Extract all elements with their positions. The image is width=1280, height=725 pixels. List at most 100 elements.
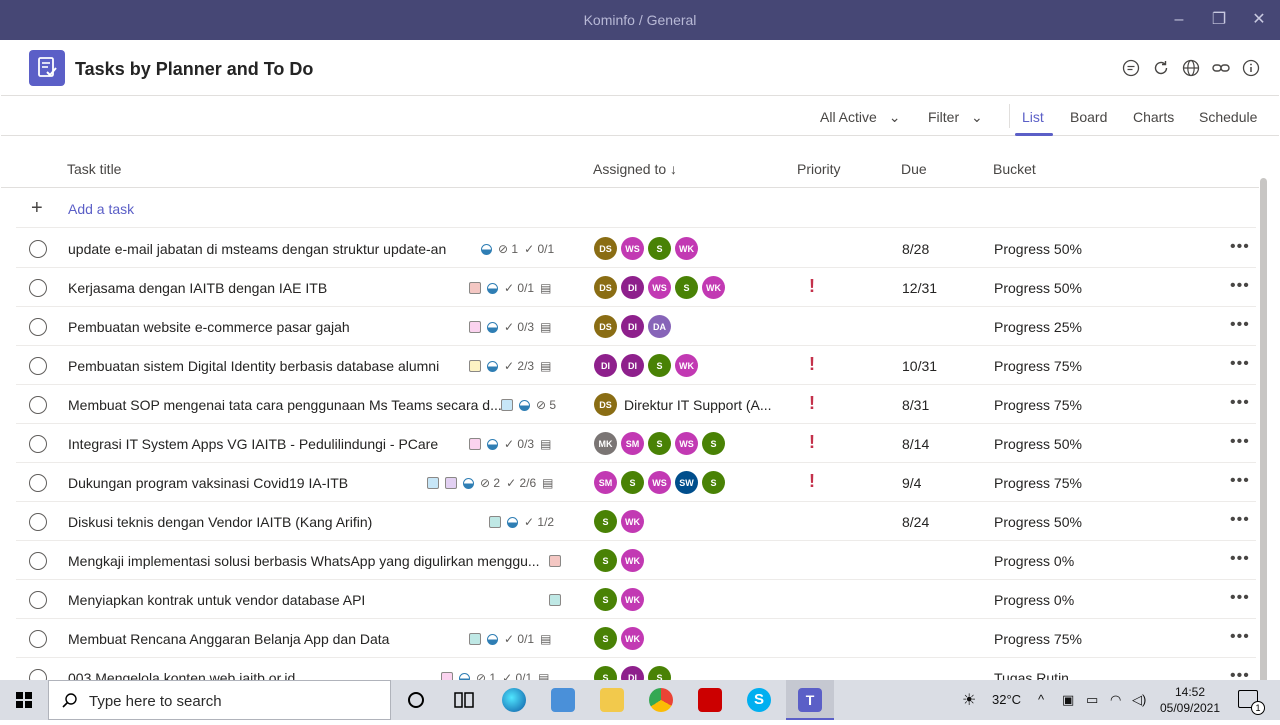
- skype-icon[interactable]: S: [747, 688, 771, 712]
- task-row[interactable]: Membuat Rencana Anggaran Belanja App dan…: [16, 619, 1256, 658]
- complete-task-checkbox[interactable]: [29, 357, 47, 375]
- assignee-avatars[interactable]: S WK: [594, 510, 644, 533]
- more-options-icon[interactable]: •••: [1230, 667, 1250, 680]
- col-due[interactable]: Due: [901, 161, 927, 177]
- more-options-icon[interactable]: •••: [1230, 628, 1250, 646]
- due-date[interactable]: 9/4: [902, 475, 921, 491]
- more-options-icon[interactable]: •••: [1230, 316, 1250, 334]
- due-date[interactable]: 8/24: [902, 514, 929, 530]
- assignee-avatars[interactable]: SM S WS SW S: [594, 471, 725, 494]
- col-priority[interactable]: Priority: [797, 161, 841, 177]
- task-title[interactable]: update e-mail jabatan di msteams dengan …: [68, 241, 446, 257]
- more-options-icon[interactable]: •••: [1230, 472, 1250, 490]
- bucket-name[interactable]: Progress 25%: [994, 319, 1082, 335]
- mcafee-icon[interactable]: [698, 688, 722, 712]
- col-bucket[interactable]: Bucket: [993, 161, 1036, 177]
- task-title[interactable]: Menyiapkan kontrak untuk vendor database…: [68, 592, 365, 608]
- refresh-icon[interactable]: [1151, 58, 1171, 78]
- bucket-name[interactable]: Progress 50%: [994, 514, 1082, 530]
- more-options-icon[interactable]: •••: [1230, 238, 1250, 256]
- complete-task-checkbox[interactable]: [29, 513, 47, 531]
- wifi-icon[interactable]: ◠: [1110, 692, 1121, 708]
- link-icon[interactable]: [1211, 58, 1231, 78]
- task-title[interactable]: 003 Mengelola konten web iaitb.or.id: [68, 670, 295, 680]
- due-date[interactable]: 8/31: [902, 397, 929, 413]
- cortana-icon[interactable]: [404, 688, 428, 712]
- assignee-avatars[interactable]: DS DI WS S WK: [594, 276, 725, 299]
- task-title[interactable]: Pembuatan website e-commerce pasar gajah: [68, 319, 350, 335]
- filter-dropdown[interactable]: Filter ⌄: [928, 109, 983, 126]
- task-title[interactable]: Membuat SOP mengenai tata cara penggunaa…: [68, 397, 502, 413]
- more-options-icon[interactable]: •••: [1230, 433, 1250, 451]
- all-active-dropdown[interactable]: All Active ⌄: [820, 109, 900, 126]
- task-title[interactable]: Mengkaji implementasi solusi berbasis Wh…: [68, 553, 540, 569]
- restore-icon[interactable]: ❐: [1209, 10, 1229, 30]
- task-title[interactable]: Pembuatan sistem Digital Identity berbas…: [68, 358, 439, 374]
- complete-task-checkbox[interactable]: [29, 318, 47, 336]
- info-icon[interactable]: [1241, 58, 1261, 78]
- task-row[interactable]: Diskusi teknis dengan Vendor IAITB (Kang…: [16, 502, 1256, 541]
- taskbar-search-box[interactable]: Type here to search: [48, 680, 391, 720]
- notification-icon[interactable]: 1: [1238, 690, 1265, 715]
- complete-task-checkbox[interactable]: [29, 240, 47, 258]
- tab-list[interactable]: List: [1022, 109, 1044, 125]
- task-title[interactable]: Kerjasama dengan IAITB dengan IAE ITB: [68, 280, 327, 296]
- task-row[interactable]: Pembuatan website e-commerce pasar gajah…: [16, 307, 1256, 346]
- bucket-name[interactable]: Progress 75%: [994, 397, 1082, 413]
- globe-icon[interactable]: [1181, 58, 1201, 78]
- complete-task-checkbox[interactable]: [29, 435, 47, 453]
- meet-icon[interactable]: ▣: [1062, 692, 1074, 708]
- app-icon[interactable]: [551, 688, 575, 712]
- complete-task-checkbox[interactable]: [29, 552, 47, 570]
- teams-taskbar-button[interactable]: T: [786, 680, 834, 720]
- task-row[interactable]: Dukungan program vaksinasi Covid19 IA-IT…: [16, 463, 1256, 502]
- system-clock[interactable]: 14:52 05/09/2021: [1150, 684, 1230, 716]
- complete-task-checkbox[interactable]: [29, 279, 47, 297]
- volume-icon[interactable]: ◁): [1132, 692, 1146, 708]
- complete-task-checkbox[interactable]: [29, 591, 47, 609]
- assignee-avatars[interactable]: MK SM S WS S: [594, 432, 725, 455]
- bucket-name[interactable]: Progress 50%: [994, 436, 1082, 452]
- task-row[interactable]: 003 Mengelola konten web iaitb.or.id ⊘ 1 ✓…: [16, 658, 1256, 680]
- battery-icon[interactable]: ▭: [1086, 692, 1098, 708]
- task-row[interactable]: Mengkaji implementasi solusi berbasis Wh…: [16, 541, 1256, 580]
- bucket-name[interactable]: Tugas Rutin: [994, 670, 1069, 680]
- file-explorer-icon[interactable]: [600, 688, 624, 712]
- assignee-avatars[interactable]: S WK: [594, 549, 644, 572]
- assignee-avatars[interactable]: DI DI S WK: [594, 354, 698, 377]
- more-options-icon[interactable]: •••: [1230, 394, 1250, 412]
- bucket-name[interactable]: Progress 75%: [994, 358, 1082, 374]
- assignee-avatars[interactable]: DS WS S WK: [594, 237, 698, 260]
- tab-board[interactable]: Board: [1070, 109, 1107, 125]
- chrome-icon[interactable]: [649, 688, 673, 712]
- scrollbar[interactable]: [1260, 178, 1267, 680]
- weather-icon[interactable]: ☀: [962, 690, 976, 710]
- col-assigned-to[interactable]: Assigned to ↓: [593, 161, 677, 177]
- assignee-avatars[interactable]: DS: [594, 393, 617, 416]
- complete-task-checkbox[interactable]: [29, 669, 47, 680]
- bucket-name[interactable]: Progress 0%: [994, 553, 1074, 569]
- task-title[interactable]: Dukungan program vaksinasi Covid19 IA-IT…: [68, 475, 348, 491]
- complete-task-checkbox[interactable]: [29, 396, 47, 414]
- windows-start-icon[interactable]: [0, 680, 48, 720]
- more-options-icon[interactable]: •••: [1230, 589, 1250, 607]
- due-date[interactable]: 12/31: [902, 280, 937, 296]
- edge-icon[interactable]: [502, 688, 526, 712]
- bucket-name[interactable]: Progress 75%: [994, 475, 1082, 491]
- col-task-title[interactable]: Task title: [67, 161, 121, 177]
- task-row[interactable]: Pembuatan sistem Digital Identity berbas…: [16, 346, 1256, 385]
- due-date[interactable]: 10/31: [902, 358, 937, 374]
- chat-icon[interactable]: [1121, 58, 1141, 78]
- bucket-name[interactable]: Progress 75%: [994, 631, 1082, 647]
- add-task-row[interactable]: + Add a task: [16, 189, 1256, 228]
- task-row[interactable]: update e-mail jabatan di msteams dengan …: [16, 229, 1256, 268]
- complete-task-checkbox[interactable]: [29, 474, 47, 492]
- task-title[interactable]: Membuat Rencana Anggaran Belanja App dan…: [68, 631, 389, 647]
- task-view-icon[interactable]: [452, 688, 476, 712]
- tab-charts[interactable]: Charts: [1133, 109, 1174, 125]
- due-date[interactable]: 8/14: [902, 436, 929, 452]
- more-options-icon[interactable]: •••: [1230, 277, 1250, 295]
- minimize-icon[interactable]: –: [1169, 10, 1189, 30]
- task-row[interactable]: Menyiapkan kontrak untuk vendor database…: [16, 580, 1256, 619]
- due-date[interactable]: 8/28: [902, 241, 929, 257]
